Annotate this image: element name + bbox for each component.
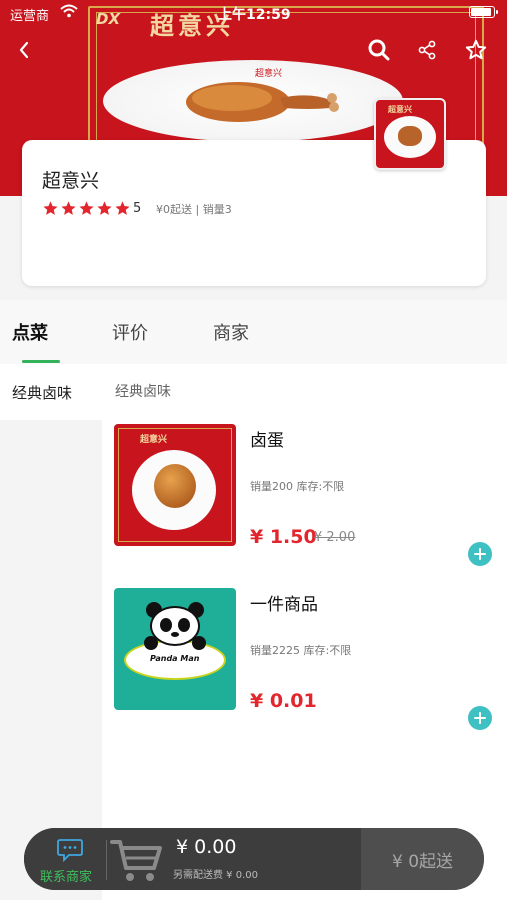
share-icon <box>418 40 436 60</box>
shop-logo: 超意兴 <box>374 98 446 170</box>
section-title: 经典卤味 <box>115 384 171 400</box>
delivery-fee: 另需配送费 ¥ 0.00 <box>173 870 258 881</box>
panda-paw-left <box>144 636 158 650</box>
star-icon <box>97 201 112 215</box>
product-meta: 销量200 库存:不限 <box>250 480 345 493</box>
shop-logo-text: 超意兴 <box>388 105 412 114</box>
checkout-button[interactable]: ¥ 0起送 <box>361 828 484 890</box>
shop-logo-food <box>398 126 422 146</box>
product-meta: 销量2225 库存:不限 <box>250 644 352 657</box>
panda-image-text: Panda Man <box>150 654 200 663</box>
rating-value: 5 <box>133 201 142 216</box>
status-bar: 运营商 上午12:59 <box>0 0 507 26</box>
search-icon <box>368 39 390 61</box>
product-image[interactable]: 超意兴 <box>114 424 236 546</box>
divider <box>106 840 107 880</box>
shopping-cart-icon[interactable] <box>110 836 164 884</box>
product-item[interactable]: Panda Man 一件商品 销量2225 库存:不限 ¥ 0.01 <box>102 588 507 738</box>
product-list: 经典卤味 超意兴 卤蛋 销量200 库存:不限 ¥ 1.50 ¥ 2.00 Pa… <box>102 364 507 900</box>
battery-level <box>471 8 491 16</box>
tab-order[interactable]: 点菜 <box>12 319 48 345</box>
back-button[interactable] <box>10 36 38 64</box>
product-price: ¥ 0.01 <box>250 690 317 712</box>
share-button[interactable] <box>413 36 441 64</box>
shop-rating: 5 <box>42 200 141 217</box>
contact-merchant-label: 联系商家 <box>40 870 93 885</box>
product-name: 一件商品 <box>250 595 318 615</box>
store-page: DX 超意兴 超意兴 运营商 上午12:59 超意兴 5 ¥0起送 | 销量3 … <box>0 0 507 900</box>
star-icon <box>61 201 76 215</box>
status-time: 上午12:59 <box>218 7 291 23</box>
product-name: 卤蛋 <box>250 431 284 451</box>
category-sidebar: 经典卤味 <box>0 364 102 900</box>
panda-eye-left <box>160 618 172 632</box>
contact-merchant-button[interactable]: 联系商家 <box>40 838 104 885</box>
cart-summary: 联系商家 ¥ 0.00 另需配送费 ¥ 0.00 <box>24 828 361 890</box>
tab-merchant[interactable]: 商家 <box>213 319 249 345</box>
star-outline-icon <box>465 39 487 60</box>
favorite-button[interactable] <box>462 36 490 64</box>
star-icon <box>43 201 58 215</box>
carrier-label: 运营商 <box>10 9 50 24</box>
cart-total: ¥ 0.00 <box>176 836 237 858</box>
star-icon <box>115 201 130 215</box>
chicken-leg-image <box>186 82 339 122</box>
wifi-icon <box>60 4 78 18</box>
product-original-price: ¥ 2.00 <box>314 530 356 545</box>
braised-egg-image <box>154 464 196 508</box>
chevron-left-icon <box>19 41 29 59</box>
tab-bar: 点菜 评价 商家 <box>0 300 507 364</box>
tab-reviews[interactable]: 评价 <box>112 319 148 345</box>
shop-name: 超意兴 <box>42 170 100 192</box>
add-to-cart-button[interactable] <box>468 706 492 730</box>
shop-meta: ¥0起送 | 销量3 <box>156 203 232 216</box>
product-price: ¥ 1.50 <box>250 526 317 548</box>
image-brand-text: 超意兴 <box>140 435 168 445</box>
panda-nose <box>171 632 179 637</box>
battery-icon <box>469 6 498 18</box>
search-button[interactable] <box>365 36 393 64</box>
panda-eye-right <box>178 618 190 632</box>
tab-indicator <box>22 360 60 363</box>
category-item-classic-braised[interactable]: 经典卤味 <box>0 364 102 420</box>
add-to-cart-button[interactable] <box>468 542 492 566</box>
product-image[interactable]: Panda Man <box>114 588 236 710</box>
product-item[interactable]: 超意兴 卤蛋 销量200 库存:不限 ¥ 1.50 ¥ 2.00 <box>102 424 507 574</box>
chat-icon <box>57 839 83 862</box>
panda-paw-right <box>192 636 206 650</box>
cart-bar: 联系商家 ¥ 0.00 另需配送费 ¥ 0.00 ¥ 0起送 <box>24 828 484 890</box>
star-icon <box>79 201 94 215</box>
